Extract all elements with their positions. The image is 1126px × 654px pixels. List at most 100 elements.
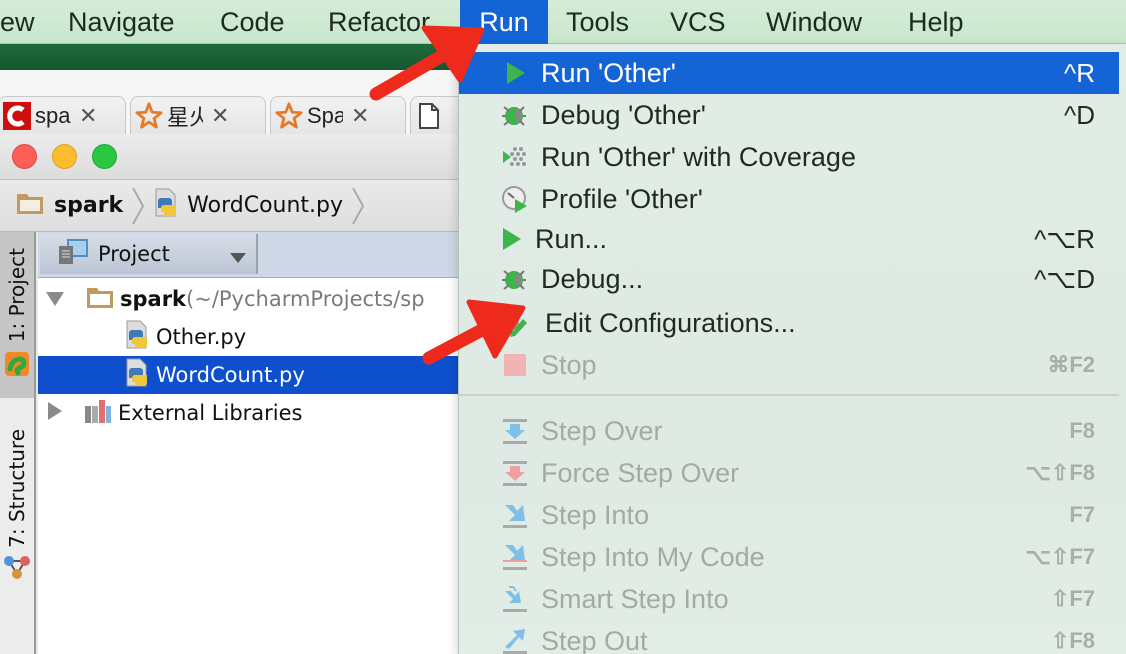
menu-item-step-into-my-code[interactable]: Step Into My Code ⌥⇧F7 <box>459 536 1119 578</box>
menu-item-label: Run... <box>535 223 608 254</box>
tree-item-label: WordCount.py <box>156 363 305 387</box>
menu-item-shortcut: ^D <box>1064 99 1095 130</box>
smart-step-into-icon <box>503 586 527 612</box>
project-view-label: Project <box>98 242 170 266</box>
menu-vcs[interactable]: VCS <box>656 0 740 44</box>
menu-navigate[interactable]: Navigate <box>54 0 189 44</box>
project-panel-header: Project <box>38 232 460 278</box>
menu-item-step-out[interactable]: Step Out ⇧F8 <box>459 620 1119 654</box>
project-view-selector[interactable]: Project <box>40 234 258 274</box>
menu-help[interactable]: Help <box>894 0 978 44</box>
minimize-window-button[interactable] <box>52 144 77 169</box>
tree-item-wordcount-py[interactable]: WordCount.py <box>38 356 460 394</box>
library-icon <box>84 398 112 429</box>
star-icon <box>275 101 303 130</box>
breadcrumb-item[interactable]: WordCount.py <box>153 180 343 232</box>
menu-item-smart-step-into[interactable]: Smart Step Into ⇧F7 <box>459 578 1119 620</box>
menu-item-profile-other[interactable]: Profile 'Other' <box>459 178 1119 220</box>
chevron-right-icon <box>352 187 365 224</box>
stop-icon <box>504 354 526 376</box>
menu-item-debug-other[interactable]: Debug 'Other' ^D <box>459 94 1119 136</box>
menu-item-shortcut: F7 <box>1069 502 1095 527</box>
window-titlebar <box>0 134 460 180</box>
step-over-icon <box>503 419 527 444</box>
menu-item-label: Debug... <box>541 263 644 294</box>
force-step-over-icon <box>503 461 527 486</box>
menu-item-label: Smart Step Into <box>541 583 729 614</box>
tree-item-external-libraries[interactable]: External Libraries <box>38 394 460 432</box>
folder-icon <box>16 191 44 221</box>
menu-item-shortcut: ^⌥R <box>1034 223 1095 254</box>
browser-tab[interactable]: spa ✕ <box>0 96 126 134</box>
dropdown-arrow-icon <box>230 250 246 268</box>
step-into-my-code-icon <box>503 545 527 570</box>
breadcrumb-label: WordCount.py <box>187 193 344 218</box>
profile-icon <box>502 186 527 213</box>
chevron-right-icon <box>132 187 145 224</box>
tree-item-other-py[interactable]: Other.py <box>38 318 460 356</box>
menu-item-stop[interactable]: Stop ⌘F2 <box>459 344 1119 386</box>
menu-item-debug-dialog[interactable]: Debug... ^⌥D <box>459 258 1119 300</box>
folder-icon <box>86 285 114 314</box>
menu-item-edit-configurations[interactable]: Edit Configurations... <box>459 302 1119 344</box>
step-out-icon <box>503 629 527 654</box>
tab-title: 星火 <box>167 104 203 130</box>
debug-icon <box>502 106 526 126</box>
tree-item-label: Other.py <box>156 325 247 349</box>
menu-item-label: Run 'Other' <box>541 57 676 88</box>
menu-item-label: Debug 'Other' <box>541 99 706 130</box>
browser-tab[interactable]: Spa ✕ <box>270 96 406 134</box>
menu-item-step-into[interactable]: Step Into F7 <box>459 494 1119 536</box>
menu-refactor[interactable]: Refactor <box>314 0 444 44</box>
document-icon <box>415 102 443 130</box>
menu-item-label: Step Into <box>541 499 650 530</box>
breadcrumb-label: spark <box>54 193 124 218</box>
menu-item-step-over[interactable]: Step Over F8 <box>459 410 1119 452</box>
menu-item-run-other[interactable]: Run 'Other' ^R <box>459 52 1119 94</box>
tool-tab-label: 1: Project <box>5 248 29 343</box>
star-icon <box>135 101 163 130</box>
menu-run[interactable]: Run <box>460 0 548 44</box>
menu-item-run-with-coverage[interactable]: Run 'Other' with Coverage <box>459 136 1119 178</box>
tool-window-bar: 1: Project 7: Structure <box>0 232 36 654</box>
close-window-button[interactable] <box>12 144 37 169</box>
menu-item-run-dialog[interactable]: Run... ^⌥R <box>459 218 1119 260</box>
tool-tab-project[interactable]: 1: Project <box>0 232 34 398</box>
c-logo-icon <box>3 101 31 130</box>
tree-item-spark[interactable]: spark (~/PycharmProjects/sp <box>38 280 460 318</box>
close-icon[interactable]: ✕ <box>351 103 369 129</box>
menu-item-label: Edit Configurations... <box>545 307 796 338</box>
menu-item-shortcut: ⌥⇧F8 <box>1025 460 1095 485</box>
menu-item-label: Step Over <box>541 415 663 446</box>
menu-window[interactable]: Window <box>752 0 876 44</box>
collapsed-triangle-icon[interactable] <box>48 401 62 425</box>
expanded-triangle-icon[interactable] <box>46 287 64 311</box>
menu-separator <box>459 394 1119 396</box>
ide-window: spark WordCount.py 1: Project 7: Structu… <box>0 134 460 654</box>
menu-view[interactable]: ew <box>0 0 49 44</box>
menu-tools[interactable]: Tools <box>552 0 643 44</box>
pycharm-logo-icon <box>4 351 30 382</box>
menu-item-shortcut: F8 <box>1069 418 1095 443</box>
tool-tab-structure[interactable]: 7: Structure <box>0 412 34 602</box>
menu-item-label: Profile 'Other' <box>541 183 703 214</box>
tree-item-label: External Libraries <box>118 401 303 425</box>
breadcrumb-item[interactable]: spark <box>16 180 123 232</box>
menu-item-label: Step Out <box>541 625 648 654</box>
zoom-window-button[interactable] <box>92 144 117 169</box>
menu-code[interactable]: Code <box>206 0 299 44</box>
project-panel: Project spark (~/PycharmProjects/sp Othe… <box>38 232 460 654</box>
menu-item-label: Step Into My Code <box>541 541 765 572</box>
browser-tab-bar: spa ✕ 星火 ✕ Spa ✕ <box>0 70 490 134</box>
menu-item-force-step-over[interactable]: Force Step Over ⌥⇧F8 <box>459 452 1119 494</box>
close-icon[interactable]: ✕ <box>211 103 229 129</box>
python-file-icon <box>124 320 152 355</box>
menu-item-shortcut: ^⌥D <box>1034 263 1095 294</box>
menu-item-label: Stop <box>541 349 597 380</box>
menu-item-shortcut: ⌘F2 <box>1047 352 1095 377</box>
browser-tab[interactable]: 星火 ✕ <box>130 96 266 134</box>
tab-title: spa <box>35 102 71 128</box>
close-icon[interactable]: ✕ <box>79 103 97 129</box>
step-into-icon <box>503 505 527 528</box>
menu-item-shortcut: ⌥⇧F7 <box>1025 544 1095 569</box>
